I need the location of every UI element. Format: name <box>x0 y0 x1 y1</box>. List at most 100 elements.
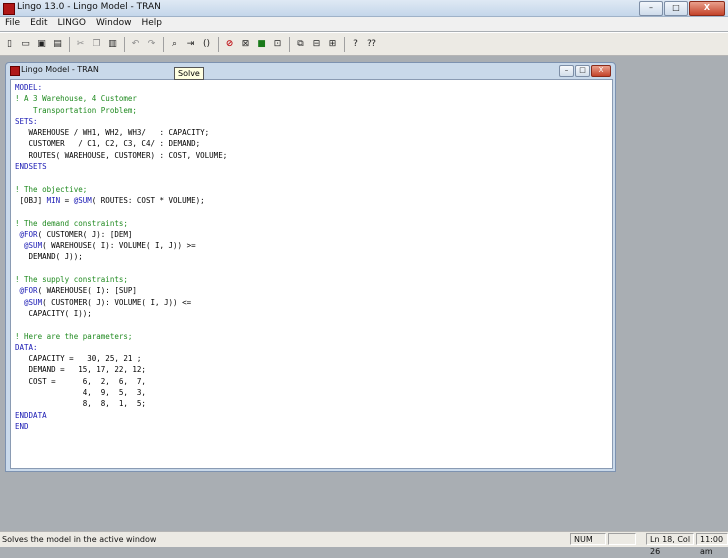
code-token: CAPACITY = 30, 25, 21 ; <box>15 354 142 364</box>
close-all-icon[interactable]: ⊟ <box>309 36 324 52</box>
status-time: 11:00 am <box>696 533 728 556</box>
solve-tooltip: Solve <box>174 67 204 80</box>
menu-lingo[interactable]: LINGO <box>53 17 91 31</box>
save-icon[interactable]: ▣ <box>34 36 49 52</box>
model-close-button[interactable]: X <box>591 65 611 77</box>
maximize-button[interactable]: □ <box>664 1 688 16</box>
lingo-app-icon[interactable] <box>3 3 15 15</box>
code-line: ! The objective; <box>15 184 227 195</box>
code-token: CAPACITY( I)); <box>15 308 92 318</box>
code-line: ROUTES( WAREHOUSE, CUSTOMER) : COST, VOL… <box>15 150 228 161</box>
open-icon[interactable]: ▭ <box>18 36 33 52</box>
code-token: ( WAREHOUSE( I): VOLUME( I, J)) >= <box>42 241 196 251</box>
model-code[interactable]: MODEL: ! A 3 Warehouse, 4 Customer Transp… <box>15 82 227 432</box>
find-icon[interactable]: ⌕ <box>167 36 182 52</box>
match-paren-icon[interactable]: () <box>199 36 214 52</box>
toolbar-separator <box>218 36 219 52</box>
code-token: MIN <box>46 195 61 205</box>
help-icon[interactable]: ? <box>348 36 363 52</box>
code-line: @FOR( CUSTOMER( J): [DEM] <box>15 229 227 240</box>
code-line: 4, 9, 5, 3, <box>15 387 227 398</box>
code-line: DEMAND = 15, 17, 22, 12; <box>15 364 227 375</box>
new-icon[interactable]: ▯ <box>2 36 17 52</box>
code-token: END <box>15 421 29 431</box>
statusbar: Solves the model in the active window NU… <box>0 531 728 556</box>
code-line: CAPACITY( I)); <box>15 308 227 319</box>
close-button[interactable]: X <box>689 1 725 16</box>
code-line: DEMAND( J)); <box>15 251 227 262</box>
undo-icon[interactable]: ↶ <box>128 36 143 52</box>
copy-icon[interactable]: ❐ <box>89 36 104 52</box>
toolbar-separator <box>69 36 70 52</box>
code-line: ! Here are the parameters; <box>15 331 227 342</box>
code-line: 8, 8, 1, 5; <box>15 398 227 409</box>
code-line: @SUM( WAREHOUSE( I): VOLUME( I, J)) >= <box>15 240 227 251</box>
goto-line-icon[interactable]: ⇥ <box>183 36 198 52</box>
code-token: MODEL: <box>15 83 43 92</box>
code-line: @FOR( WAREHOUSE( I): [SUP] <box>15 285 227 296</box>
code-token: DEMAND( J)); <box>15 252 83 262</box>
code-token: ( ROUTES: COST * VOLUME); <box>91 195 205 205</box>
app-titlebar[interactable]: Lingo 13.0 - Lingo Model - TRAN – □ X <box>0 0 728 17</box>
tile-icon[interactable]: ⊞ <box>325 36 340 52</box>
model-maximize-button[interactable]: □ <box>575 65 590 77</box>
model-window-icon[interactable] <box>10 66 20 76</box>
menu-file[interactable]: File <box>0 17 25 31</box>
code-token: @FOR <box>19 229 38 239</box>
code-token: @SUM <box>73 195 92 205</box>
code-token: DATA: <box>15 342 38 352</box>
send-to-back-icon[interactable]: ⧉ <box>293 36 308 52</box>
context-help-icon[interactable]: ⁇ <box>364 36 379 52</box>
code-token: ( CUSTOMER( J): [DEM] <box>37 229 133 239</box>
minimize-button[interactable]: – <box>639 1 663 16</box>
code-line: ENDDATA <box>15 410 227 421</box>
cut-icon[interactable]: ✂ <box>73 36 88 52</box>
paste-icon[interactable]: ▥ <box>105 36 120 52</box>
code-token: Transportation Problem; <box>15 105 137 115</box>
code-token: ROUTES( WAREHOUSE, CUSTOMER) : COST, VOL… <box>15 150 228 160</box>
solve-icon[interactable]: ⊘ <box>222 36 237 52</box>
code-token: ( CUSTOMER( J): VOLUME( I, J)) <= <box>42 297 192 307</box>
solution-icon[interactable]: ⊠ <box>238 36 253 52</box>
print-icon[interactable]: ▤ <box>50 36 65 52</box>
model-minimize-button[interactable]: – <box>559 65 574 77</box>
cursor-position: Ln 18, Col 26 <box>646 533 694 556</box>
code-token: CUSTOMER / C1, C2, C3, C4/ : DEMAND; <box>15 139 201 149</box>
toolbar-separator <box>289 36 290 52</box>
code-line: DATA: <box>15 342 227 353</box>
code-token: ! A 3 Warehouse, 4 Customer <box>15 94 137 104</box>
toolbar-separator <box>163 36 164 52</box>
model-editor[interactable]: MODEL: ! A 3 Warehouse, 4 Customer Transp… <box>10 79 613 469</box>
code-line: WAREHOUSE / WH1, WH2, WH3/ : CAPACITY; <box>15 127 227 138</box>
menu-window[interactable]: Window <box>91 17 137 31</box>
menu-edit[interactable]: Edit <box>25 17 52 31</box>
app-title: Lingo 13.0 - Lingo Model - TRAN <box>17 2 161 12</box>
model-window-titlebar[interactable]: Lingo Model - TRAN – □ X <box>6 63 615 78</box>
code-line: ENDSETS <box>15 161 227 172</box>
code-line: END <box>15 421 227 432</box>
toolbar-buttons: ▯ ▭ ▣ ▤ ✂ ❐ ▥ ↶ ↷ ⌕ ⇥() ⊘ ⊠ ■ ⊡ ⧉ ⊟ ⊞? ⁇ <box>2 36 380 52</box>
code-line: Transportation Problem; <box>15 105 227 116</box>
code-token: ENDDATA <box>15 410 47 420</box>
code-token: COST = 6, 2, 6, 7, <box>15 376 146 386</box>
code-token: = <box>60 195 74 205</box>
code-line: CAPACITY = 30, 25, 21 ; <box>15 353 227 364</box>
toolbar-separator <box>344 36 345 52</box>
menu-help[interactable]: Help <box>136 17 167 31</box>
matrix-picture-icon[interactable]: ■ <box>254 36 269 52</box>
num-lock-indicator: NUM <box>570 533 606 545</box>
redo-icon[interactable]: ↷ <box>144 36 159 52</box>
code-line: COST = 6, 2, 6, 7, <box>15 376 227 387</box>
code-token: ( WAREHOUSE( I): [SUP] <box>37 286 137 296</box>
options-icon[interactable]: ⊡ <box>270 36 285 52</box>
code-line: MODEL: <box>15 82 227 93</box>
model-window-controls: – □ X <box>559 65 611 77</box>
code-token: [OBJ] <box>15 195 47 205</box>
code-line: ! The demand constraints; <box>15 218 227 229</box>
code-token: 4, 9, 5, 3, <box>15 388 146 398</box>
